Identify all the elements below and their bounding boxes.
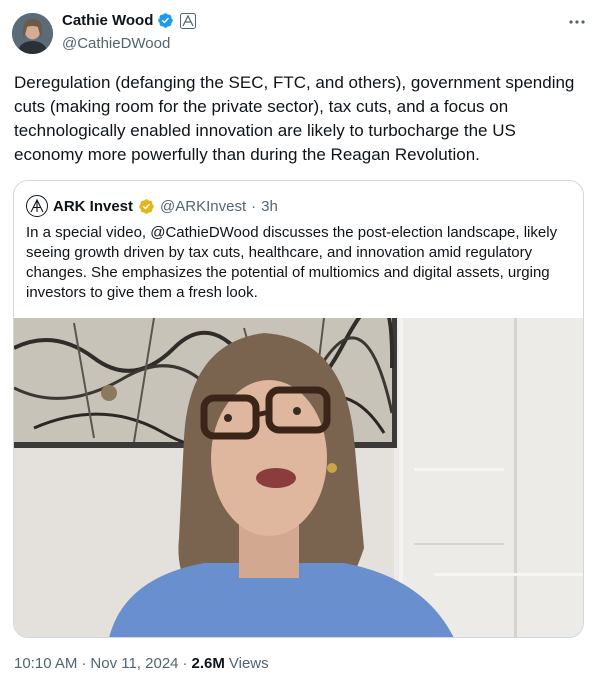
quoted-separator: · — [251, 197, 257, 215]
org-verified-badge-icon — [138, 198, 155, 215]
footer-separator: · — [81, 655, 87, 672]
author-name-row: Cathie Wood — [62, 12, 197, 29]
quoted-tweet[interactable]: ARK Invest @ARKInvest · 3h In a special … — [13, 180, 584, 638]
ark-affiliate-icon[interactable] — [180, 12, 197, 29]
quoted-display-name: ARK Invest — [53, 197, 134, 215]
author-display-name[interactable]: Cathie Wood — [62, 12, 153, 29]
author-handle[interactable]: @CathieDWood — [62, 35, 170, 52]
quoted-tweet-text: In a special video, @CathieDWood discuss… — [26, 224, 558, 301]
quoted-tweet-header: ARK Invest @ARKInvest · 3h — [26, 195, 278, 217]
footer-separator: · — [182, 655, 188, 672]
tweet-footer: 10:10 AM · Nov 11, 2024 · 2.6M Views — [14, 655, 269, 672]
quoted-handle: @ARKInvest — [160, 197, 247, 215]
views-count[interactable]: 2.6M — [192, 655, 225, 672]
tweet-card: Cathie Wood @CathieDWood Deregulation (d… — [0, 0, 600, 688]
verified-badge-icon — [157, 12, 174, 29]
views-label: Views — [228, 655, 269, 672]
video-thumbnail[interactable] — [14, 318, 583, 637]
quoted-avatar — [26, 195, 48, 217]
quoted-time: 3h — [261, 197, 278, 215]
avatar[interactable] — [12, 13, 53, 54]
tweet-time[interactable]: 10:10 AM — [14, 655, 77, 672]
tweet-text: Deregulation (defanging the SEC, FTC, an… — [14, 73, 575, 164]
tweet-date[interactable]: Nov 11, 2024 — [90, 655, 178, 672]
more-options-icon[interactable] — [568, 14, 586, 25]
